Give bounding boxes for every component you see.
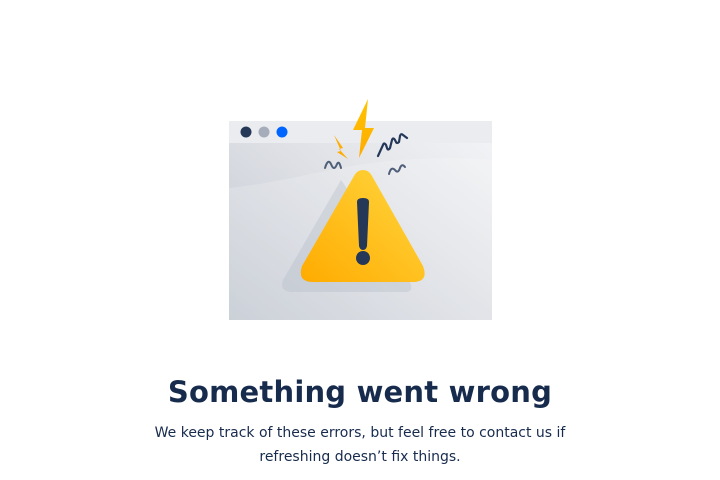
error-title: Something went wrong bbox=[167, 375, 553, 409]
browser-window-icon bbox=[229, 99, 492, 320]
error-page: Something went wrong We keep track of th… bbox=[0, 0, 720, 480]
error-illustration bbox=[229, 96, 492, 320]
error-message: We keep track of these errors, but feel … bbox=[154, 425, 566, 465]
window-dot-blue bbox=[276, 126, 288, 138]
window-dot-gray bbox=[258, 126, 270, 138]
window-dot-dark bbox=[240, 126, 252, 138]
exclamation-dot bbox=[356, 251, 370, 265]
